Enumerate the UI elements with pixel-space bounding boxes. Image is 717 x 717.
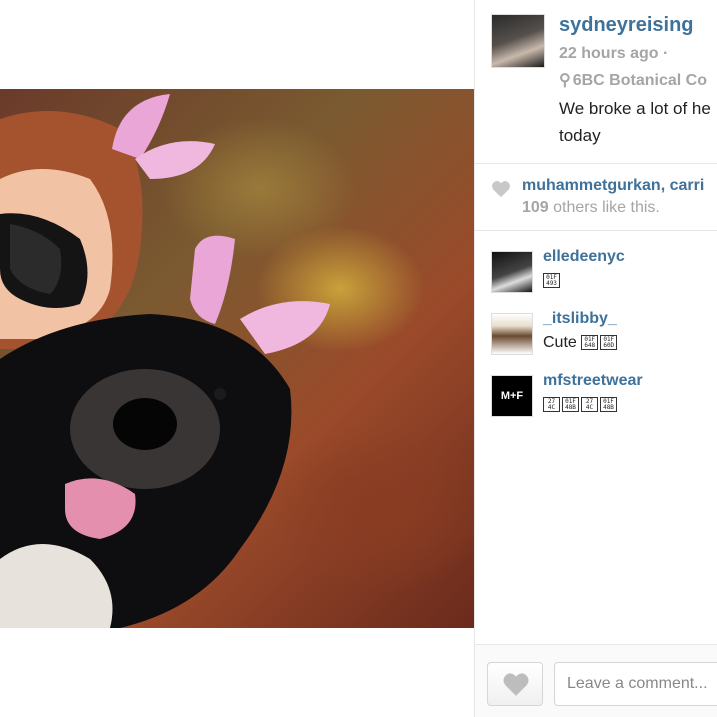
- photo-area: [0, 0, 474, 717]
- commenter-username[interactable]: mfstreetwear: [543, 372, 643, 390]
- missing-glyph-box: 01F 493: [543, 273, 560, 289]
- comment-item: _itslibby_ Cute 01F 64801F 60D: [491, 310, 717, 361]
- like-button[interactable]: [487, 662, 543, 706]
- missing-glyph-box: 01F 48B: [562, 397, 579, 413]
- comment-item: elledeenyc 01F 493: [491, 248, 717, 299]
- post-location[interactable]: ⚲ 6BC Botanical Co: [559, 70, 707, 90]
- divider: [475, 163, 717, 164]
- divider: [475, 230, 717, 231]
- comment-text: 27 4C01F 48B27 4C01F 48B: [543, 396, 619, 414]
- missing-glyph-box: 01F 48B: [600, 397, 617, 413]
- commenter-avatar[interactable]: M+F: [491, 375, 533, 417]
- likes-count[interactable]: 109 others like this.: [522, 199, 660, 217]
- comment-words: Cute: [543, 334, 577, 351]
- missing-glyph-box: 01F 648: [581, 335, 599, 351]
- heart-icon: [491, 180, 511, 203]
- post-caption: We broke a lot of he today: [559, 99, 711, 145]
- commenter-username[interactable]: elledeenyc: [543, 248, 625, 266]
- missing-glyph-box: 27 4C: [581, 397, 598, 413]
- likes-suffix: others like this.: [548, 199, 660, 216]
- commenter-avatar[interactable]: [491, 313, 533, 355]
- author-avatar[interactable]: [491, 14, 545, 68]
- commenter-avatar[interactable]: [491, 251, 533, 293]
- comment-input[interactable]: [554, 662, 717, 706]
- likers-list[interactable]: muhammetgurkan, carri: [522, 177, 704, 195]
- likes-number: 109: [522, 199, 549, 216]
- location-label: 6BC Botanical Co: [572, 72, 707, 89]
- photo-illustration: [0, 94, 330, 628]
- comment-bar: [475, 644, 717, 717]
- comment-text: 01F 493: [543, 272, 562, 290]
- commenter-username[interactable]: _itslibby_: [543, 310, 617, 328]
- location-pin-icon: ⚲: [559, 72, 571, 89]
- comment-text: Cute 01F 64801F 60D: [543, 334, 619, 352]
- post-timestamp[interactable]: 22 hours ago ·: [559, 45, 668, 63]
- heart-icon: [503, 673, 529, 696]
- missing-glyph-box: 01F 60D: [600, 335, 618, 351]
- missing-glyph-box: 27 4C: [543, 397, 560, 413]
- author-username[interactable]: sydneyreising: [559, 14, 694, 37]
- comment-item: M+F mfstreetwear 27 4C01F 48B27 4C01F 48…: [491, 372, 717, 423]
- post-photo[interactable]: [0, 89, 474, 628]
- post-sidebar: sydneyreising 22 hours ago · ⚲ 6BC Botani…: [474, 0, 717, 717]
